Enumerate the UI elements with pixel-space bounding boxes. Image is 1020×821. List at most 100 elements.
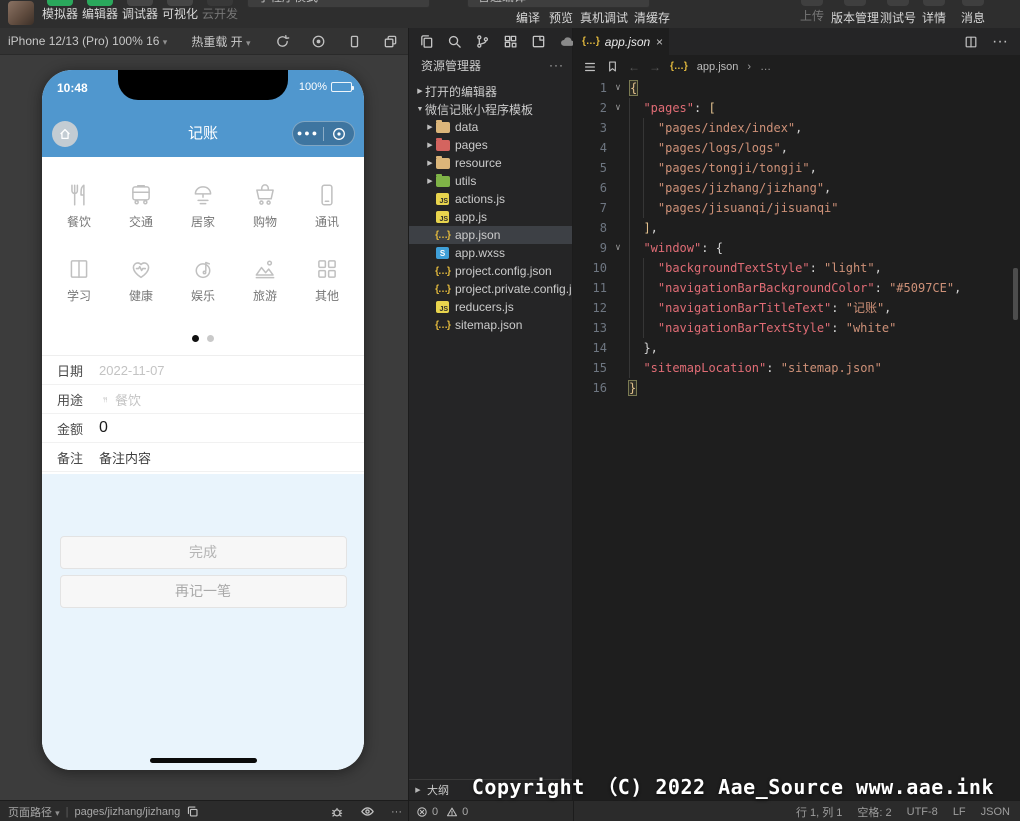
code-line[interactable]: 7 "pages/jisuanqi/jisuanqi"	[573, 198, 1020, 218]
category-mobile-icon[interactable]: 通讯	[296, 169, 358, 243]
tree-item[interactable]: {…} sitemap.json	[409, 316, 572, 334]
toolbar-button-1[interactable]: 编辑器	[80, 0, 120, 21]
action-button-3[interactable]: 清缓存	[634, 9, 670, 26]
rotate-device-icon[interactable]	[347, 34, 362, 49]
code-line[interactable]: 5 "pages/tongji/tongji",	[573, 158, 1020, 178]
editor-more-icon[interactable]: ···	[992, 33, 1008, 51]
code-line[interactable]: 2 ∨ "pages": [	[573, 98, 1020, 118]
user-avatar[interactable]	[8, 1, 34, 25]
category-health-icon[interactable]: 健康	[110, 243, 172, 317]
code-line[interactable]: 14 },	[573, 338, 1020, 358]
phone-button-1[interactable]: 再记一笔	[59, 575, 347, 608]
forward-icon[interactable]: →	[649, 60, 661, 74]
toolbar-button-0[interactable]: 模拟器	[40, 0, 80, 21]
tree-item[interactable]: JS actions.js	[409, 190, 572, 208]
explorer-more-icon[interactable]: ···	[549, 58, 564, 72]
form-row[interactable]: 日期 2022-11-07	[42, 356, 364, 385]
tree-item[interactable]: ▼ 微信记账小程序模板	[409, 100, 572, 118]
back-icon[interactable]: ←	[628, 60, 640, 74]
language-mode[interactable]: JSON	[981, 806, 1010, 818]
tab-app-json[interactable]: {…} app.json ×	[573, 28, 669, 55]
toolbar-button-2[interactable]: 调试器	[120, 0, 160, 21]
category-home-lamp-icon[interactable]: 居家	[172, 169, 234, 243]
refresh-icon[interactable]	[275, 34, 290, 49]
action-button-2[interactable]: 真机调试	[580, 9, 628, 26]
search-icon[interactable]	[447, 34, 462, 49]
detach-window-icon[interactable]	[383, 34, 398, 49]
toolbar-button-3[interactable]: 可视化	[160, 0, 200, 21]
tree-item[interactable]: {…} app.json	[409, 226, 572, 244]
bookmark-icon[interactable]	[606, 60, 619, 73]
page-path-value[interactable]: pages/jizhang/jizhang	[74, 806, 180, 818]
code-line[interactable]: 16}	[573, 378, 1020, 398]
mode-select[interactable]: 小程序模式 ▾	[247, 0, 430, 8]
cursor-position[interactable]: 行 1, 列 1	[796, 804, 842, 820]
tab-close-icon[interactable]: ×	[656, 35, 663, 49]
breadcrumb-more[interactable]: …	[760, 61, 771, 73]
form-row[interactable]: 备注 备注内容	[42, 443, 364, 472]
code-line[interactable]: 1 ∨{	[573, 78, 1020, 98]
mini-home-button[interactable]	[52, 121, 78, 147]
code-line[interactable]: 6 "pages/jizhang/jizhang",	[573, 178, 1020, 198]
statusbar-more-icon[interactable]: ···	[391, 806, 402, 818]
code-line[interactable]: 10 "backgroundTextStyle": "light",	[573, 258, 1020, 278]
files-icon[interactable]	[419, 34, 434, 49]
page-path-selector[interactable]: 页面路径 ▾	[8, 804, 60, 820]
capsule-menu[interactable]: ●●●	[292, 121, 355, 146]
indent-setting[interactable]: 空格: 2	[857, 804, 891, 820]
more-dots-icon[interactable]: ●●●	[293, 122, 323, 145]
warnings-count[interactable]: 0	[462, 806, 468, 818]
blocks-icon[interactable]	[503, 34, 518, 49]
box-icon[interactable]	[531, 34, 546, 49]
right-button-2[interactable]: 测试号	[880, 9, 916, 26]
copy-path-icon[interactable]	[186, 805, 199, 818]
code-line[interactable]: 3 "pages/index/index",	[573, 118, 1020, 138]
tree-item[interactable]: JS reducers.js	[409, 298, 572, 316]
hot-reload-toggle[interactable]: 热重载 开 ▾	[191, 33, 250, 50]
code-line[interactable]: 13 "navigationBarTextStyle": "white"	[573, 318, 1020, 338]
category-travel-icon[interactable]: 旅游	[234, 243, 296, 317]
git-branch-icon[interactable]	[475, 34, 490, 49]
code-line[interactable]: 9 ∨ "window": {	[573, 238, 1020, 258]
code-line[interactable]: 15 "sitemapLocation": "sitemap.json"	[573, 358, 1020, 378]
outline-list-icon[interactable]	[583, 60, 597, 74]
phone-button-0[interactable]: 完成	[59, 536, 347, 569]
code-line[interactable]: 12 "navigationBarTitleText": "记账",	[573, 298, 1020, 318]
code-line[interactable]: 8 ],	[573, 218, 1020, 238]
right-button-4[interactable]: 消息	[961, 9, 985, 26]
action-button-1[interactable]: 预览	[549, 9, 573, 26]
category-bus-icon[interactable]: 交通	[110, 169, 172, 243]
code-line[interactable]: 4 "pages/logs/logs",	[573, 138, 1020, 158]
code-area[interactable]: 1 ∨{ 2 ∨ "pages": [ 3 "pages/index/index",…	[573, 78, 1020, 398]
device-selector[interactable]: iPhone 12/13 (Pro) 100% 16 ▾	[8, 34, 167, 48]
category-fun-icon[interactable]: 娱乐	[172, 243, 234, 317]
tree-item[interactable]: ▶ pages	[409, 136, 572, 154]
category-cart-icon[interactable]: 购物	[234, 169, 296, 243]
bug-icon[interactable]	[330, 805, 344, 819]
right-button-1[interactable]: 版本管理	[831, 9, 879, 26]
tree-item[interactable]: Sapp.wxss	[409, 244, 572, 262]
record-icon[interactable]	[311, 34, 326, 49]
eye-icon[interactable]	[360, 804, 375, 819]
breadcrumb-file[interactable]: app.json	[697, 61, 739, 73]
editor-scrollbar[interactable]	[1013, 268, 1018, 320]
category-book-icon[interactable]: 学习	[48, 243, 110, 317]
close-target-icon[interactable]	[324, 126, 354, 142]
tree-item[interactable]: ▶ utils	[409, 172, 572, 190]
tree-item[interactable]: {…}project.private.config.js...	[409, 280, 572, 298]
compile-mode-select[interactable]: 普通编译 ▾	[467, 0, 650, 8]
category-grid-icon[interactable]: 其他	[296, 243, 358, 317]
tree-item[interactable]: JS app.js	[409, 208, 572, 226]
errors-count[interactable]: 0	[432, 806, 438, 818]
code-line[interactable]: 11 "navigationBarBackgroundColor": "#509…	[573, 278, 1020, 298]
tree-item[interactable]: ▶ 打开的编辑器	[409, 82, 572, 100]
category-food-icon[interactable]: 餐饮	[48, 169, 110, 243]
form-row[interactable]: 金额 0	[42, 414, 364, 443]
tree-item[interactable]: ▶ resource	[409, 154, 572, 172]
right-button-3[interactable]: 详情	[922, 9, 946, 26]
encoding[interactable]: UTF-8	[907, 806, 938, 818]
action-button-0[interactable]: 编译	[516, 9, 540, 26]
split-editor-icon[interactable]	[964, 35, 978, 49]
form-row[interactable]: 用途 餐饮	[42, 385, 364, 414]
toolbar-button-4[interactable]: 云开发	[200, 0, 240, 21]
